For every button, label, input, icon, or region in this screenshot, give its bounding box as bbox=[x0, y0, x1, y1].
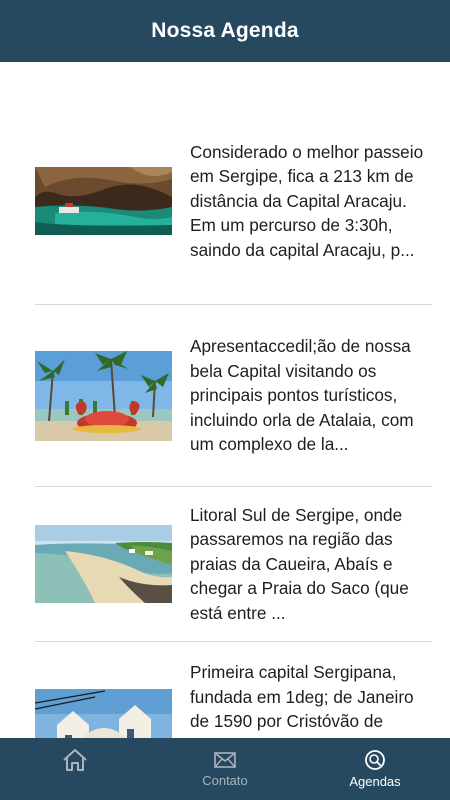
agenda-scroll-area[interactable]: Considerado o melhor passeio em Sergipe,… bbox=[0, 62, 450, 738]
beach-coastline-photo bbox=[35, 525, 172, 603]
canyon-cave-photo bbox=[35, 167, 172, 235]
app-header: Nossa Agenda bbox=[0, 0, 450, 62]
tab-label: Agendas bbox=[349, 773, 401, 789]
agenda-list: Considerado o melhor passeio em Sergipe,… bbox=[0, 62, 450, 738]
church-facade-photo bbox=[35, 689, 172, 738]
page-title: Nossa Agenda bbox=[151, 19, 299, 42]
home-icon bbox=[63, 748, 87, 771]
agenda-item-canyon[interactable]: Considerado o melhor passeio em Sergipe,… bbox=[35, 98, 432, 305]
tab-home[interactable] bbox=[0, 738, 150, 800]
agenda-item-description: Apresentaccedil;ão de nossa bela Capital… bbox=[190, 336, 414, 455]
tab-contato[interactable]: Contato bbox=[150, 738, 300, 800]
agenda-item-description: Considerado o melhor passeio em Sergipe,… bbox=[190, 141, 424, 260]
agenda-item-litoral-sul[interactable]: Litoral Sul de Sergipe, onde passaremos … bbox=[35, 487, 432, 642]
agenda-item-description: Primeira capital Sergipana, fundada em 1… bbox=[190, 662, 414, 738]
search-icon bbox=[365, 749, 385, 770]
agenda-item-description: Litoral Sul de Sergipe, onde passaremos … bbox=[190, 504, 409, 623]
envelope-icon bbox=[214, 751, 236, 768]
tab-agendas[interactable]: Agendas bbox=[300, 738, 450, 800]
bottom-tab-bar: Contato Agendas bbox=[0, 738, 450, 800]
agenda-item-aracaju[interactable]: Apresentaccedil;ão de nossa bela Capital… bbox=[35, 305, 432, 487]
agenda-item-sao-cristovao[interactable]: Primeira capital Sergipana, fundada em 1… bbox=[35, 642, 432, 738]
crab-statue-beach-photo bbox=[35, 350, 172, 441]
tab-label: Contato bbox=[202, 772, 248, 788]
